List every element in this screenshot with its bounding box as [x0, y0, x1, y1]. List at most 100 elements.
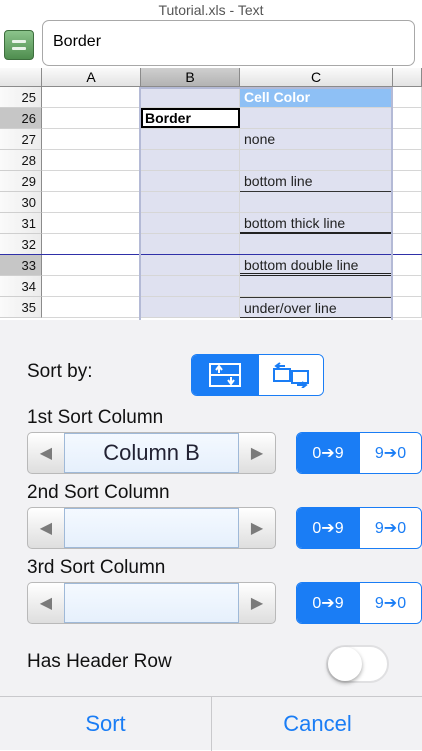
- sort-rows-option[interactable]: [192, 355, 258, 395]
- right-arrow-icon[interactable]: ▶: [239, 433, 275, 473]
- cell-a25[interactable]: [42, 87, 141, 108]
- formula-input[interactable]: Border: [42, 20, 415, 66]
- sort-column-3-order: 0➔9 9➔0: [296, 582, 422, 624]
- corner-header[interactable]: [0, 68, 42, 87]
- cell-c35[interactable]: under/over line: [240, 297, 393, 318]
- sort-columns-option[interactable]: [257, 355, 323, 395]
- cell-c27[interactable]: none: [240, 129, 393, 150]
- descending-button[interactable]: 9➔0: [358, 433, 421, 473]
- sort-columns-icon: [272, 362, 309, 388]
- cell-c34[interactable]: [240, 276, 393, 297]
- cell-d25[interactable]: [393, 87, 422, 108]
- row-header-27[interactable]: 27: [0, 129, 42, 150]
- sort-column-2-field[interactable]: [63, 508, 240, 548]
- cell-b33[interactable]: [141, 255, 240, 276]
- sort-column-3-label: 3rd Sort Column: [27, 557, 166, 578]
- cell-d30[interactable]: [393, 192, 422, 213]
- cell-c31[interactable]: bottom thick line: [240, 213, 393, 234]
- cell-d34[interactable]: [393, 276, 422, 297]
- sort-column-1-field[interactable]: Column B: [63, 433, 240, 473]
- cell-b31[interactable]: [141, 213, 240, 234]
- cell-b27[interactable]: [141, 129, 240, 150]
- row-header-34[interactable]: 34: [0, 276, 42, 297]
- ascending-button[interactable]: 0➔9: [297, 583, 359, 623]
- sort-column-1-picker: ◀ Column B ▶: [27, 432, 276, 474]
- cell-d33[interactable]: [393, 255, 422, 276]
- sort-by-label: Sort by:: [27, 361, 93, 382]
- cell-d27[interactable]: [393, 129, 422, 150]
- menu-icon[interactable]: [4, 30, 34, 60]
- active-cell-cursor: [141, 108, 240, 128]
- cell-b30[interactable]: [141, 192, 240, 213]
- descending-button[interactable]: 9➔0: [358, 508, 421, 548]
- column-header-a[interactable]: A: [42, 68, 141, 87]
- right-arrow-icon[interactable]: ▶: [239, 583, 275, 623]
- cancel-button[interactable]: Cancel: [212, 697, 422, 751]
- spreadsheet-grid: A B C 25 Cell Color 26 Border 27 none 28 29 bott…: [0, 68, 422, 320]
- cell-a32[interactable]: [42, 234, 141, 255]
- cell-c32[interactable]: [240, 234, 393, 255]
- sort-rows-icon: [208, 363, 241, 387]
- cell-b32[interactable]: [141, 234, 240, 255]
- sort-column-1-label: 1st Sort Column: [27, 407, 164, 428]
- window-title: Tutorial.xls - Text: [158, 2, 264, 18]
- left-arrow-icon[interactable]: ◀: [28, 583, 64, 623]
- cell-c26[interactable]: [240, 108, 393, 129]
- sort-button[interactable]: Sort: [0, 697, 211, 751]
- action-bar: Sort Cancel: [0, 696, 422, 751]
- cell-a28[interactable]: [42, 150, 141, 171]
- column-header-b[interactable]: B: [141, 68, 240, 87]
- column-header-c[interactable]: C: [240, 68, 393, 87]
- row-header-29[interactable]: 29: [0, 171, 42, 192]
- column-header-d[interactable]: [393, 68, 422, 87]
- row-header-31[interactable]: 31: [0, 213, 42, 234]
- left-arrow-icon[interactable]: ◀: [28, 433, 64, 473]
- right-arrow-icon[interactable]: ▶: [239, 508, 275, 548]
- cell-a27[interactable]: [42, 129, 141, 150]
- cell-c29[interactable]: bottom line: [240, 171, 393, 192]
- sort-column-2-order: 0➔9 9➔0: [296, 507, 422, 549]
- cell-b25[interactable]: [141, 87, 240, 108]
- sort-column-3-field[interactable]: [63, 583, 240, 623]
- cell-d29[interactable]: [393, 171, 422, 192]
- row-header-25[interactable]: 25: [0, 87, 42, 108]
- row-header-28[interactable]: 28: [0, 150, 42, 171]
- cell-b28[interactable]: [141, 150, 240, 171]
- cell-a31[interactable]: [42, 213, 141, 234]
- ascending-button[interactable]: 0➔9: [297, 508, 359, 548]
- cell-a35[interactable]: [42, 297, 141, 318]
- sort-column-1-order: 0➔9 9➔0: [296, 432, 422, 474]
- row-header-30[interactable]: 30: [0, 192, 42, 213]
- cell-d31[interactable]: [393, 213, 422, 234]
- cell-c28[interactable]: [240, 150, 393, 171]
- row-header-33[interactable]: 33: [0, 255, 42, 276]
- sort-column-2-label: 2nd Sort Column: [27, 482, 170, 503]
- cell-c33[interactable]: bottom double line: [240, 255, 393, 276]
- sort-column-3-picker: ◀ ▶: [27, 582, 276, 624]
- cell-b34[interactable]: [141, 276, 240, 297]
- cell-c25[interactable]: Cell Color: [240, 87, 393, 108]
- cell-b29[interactable]: [141, 171, 240, 192]
- frozen-row-line: [0, 254, 422, 255]
- has-header-row-label: Has Header Row: [27, 651, 172, 672]
- cell-d32[interactable]: [393, 234, 422, 255]
- cell-a34[interactable]: [42, 276, 141, 297]
- cell-a29[interactable]: [42, 171, 141, 192]
- left-arrow-icon[interactable]: ◀: [28, 508, 64, 548]
- cell-a30[interactable]: [42, 192, 141, 213]
- row-header-32[interactable]: 32: [0, 234, 42, 255]
- has-header-row-toggle[interactable]: [326, 645, 389, 683]
- cell-d35[interactable]: [393, 297, 422, 318]
- row-header-35[interactable]: 35: [0, 297, 42, 318]
- descending-button[interactable]: 9➔0: [358, 583, 421, 623]
- sort-panel: Sort by: 1st Sort Column ◀ Column B ▶ 0➔…: [0, 320, 422, 751]
- toggle-knob: [328, 647, 362, 681]
- ascending-button[interactable]: 0➔9: [297, 433, 359, 473]
- cell-a26[interactable]: [42, 108, 141, 129]
- cell-a33[interactable]: [42, 255, 141, 276]
- row-header-26[interactable]: 26: [0, 108, 42, 129]
- cell-c30[interactable]: [240, 192, 393, 213]
- cell-d28[interactable]: [393, 150, 422, 171]
- cell-d26[interactable]: [393, 108, 422, 129]
- cell-b35[interactable]: [141, 297, 240, 318]
